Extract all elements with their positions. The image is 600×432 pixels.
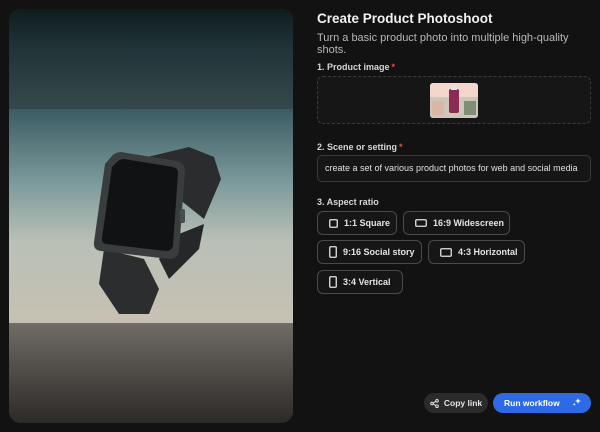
portrait-icon: [329, 246, 337, 258]
aspect-option-9-16[interactable]: 9:16 Social story: [317, 240, 422, 264]
smartwatch-illustration: [93, 147, 221, 314]
aspect-ratio-label: 3. Aspect ratio: [317, 197, 379, 207]
preview-blur-top: [9, 9, 293, 109]
product-image-label-text: 1. Product image: [317, 62, 390, 72]
sparkle-icon: [572, 397, 582, 409]
share-icon: [430, 398, 439, 408]
square-icon: [329, 218, 338, 228]
product-image-thumbnail[interactable]: [430, 83, 478, 118]
scene-input[interactable]: create a set of various product photos f…: [317, 155, 591, 182]
product-preview-image: [9, 9, 293, 423]
aspect-option-1-1[interactable]: 1:1 Square: [317, 211, 397, 235]
run-workflow-label: Run workflow: [504, 398, 560, 408]
aspect-option-label: 9:16 Social story: [343, 247, 415, 257]
scene-label: 2. Scene or setting *: [317, 142, 403, 152]
required-marker: *: [391, 62, 396, 72]
page-subtitle: Turn a basic product photo into multiple…: [317, 32, 569, 56]
aspect-option-16-9[interactable]: 16:9 Widescreen: [403, 211, 510, 235]
aspect-option-label: 1:1 Square: [344, 218, 391, 228]
thumbnail-image: [430, 83, 478, 118]
aspect-option-label: 16:9 Widescreen: [433, 218, 504, 228]
aspect-option-3-4[interactable]: 3:4 Vertical: [317, 270, 403, 294]
aspect-option-4-3[interactable]: 4:3 Horizontal: [428, 240, 525, 264]
preview-blur-bottom: [9, 323, 293, 423]
landscape-icon: [415, 219, 427, 227]
scene-label-text: 2. Scene or setting: [317, 142, 398, 152]
aspect-option-label: 3:4 Vertical: [343, 277, 391, 287]
product-image-label: 1. Product image *: [317, 62, 395, 72]
copy-link-button[interactable]: Copy link: [424, 393, 488, 413]
landscape-icon: [440, 247, 452, 257]
product-image-dropzone[interactable]: [317, 76, 591, 124]
required-marker: *: [399, 142, 403, 152]
copy-link-label: Copy link: [443, 398, 483, 408]
page-title: Create Product Photoshoot: [317, 11, 493, 26]
run-workflow-button[interactable]: Run workflow: [493, 393, 591, 413]
aspect-option-label: 4:3 Horizontal: [458, 247, 518, 257]
portrait-icon: [329, 276, 337, 288]
